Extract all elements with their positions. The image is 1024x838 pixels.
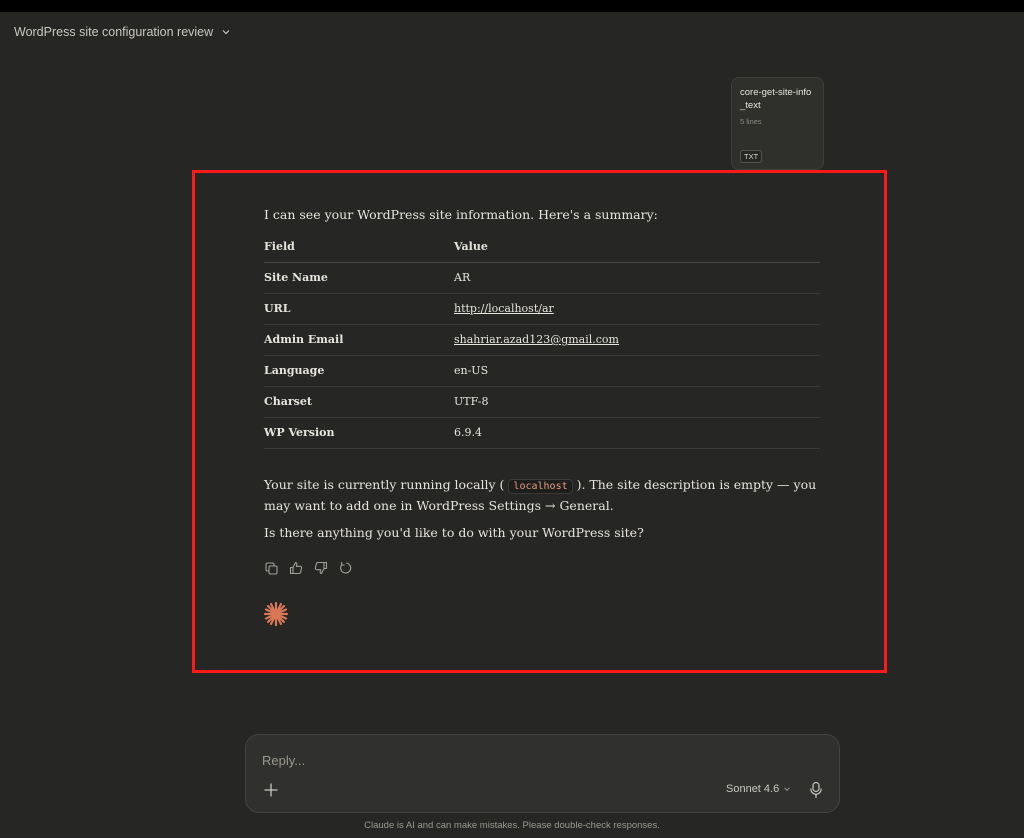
model-selector[interactable]: Sonnet 4.6 xyxy=(726,783,791,795)
table-row: URL http://localhost/ar xyxy=(264,293,820,325)
table-row: Charset UTF-8 xyxy=(264,386,820,418)
message-intro: I can see your WordPress site informatio… xyxy=(264,207,658,222)
message-actions xyxy=(263,560,354,576)
reply-input[interactable] xyxy=(262,749,762,771)
thumbs-down-button[interactable] xyxy=(313,560,329,576)
copy-button[interactable] xyxy=(263,560,279,576)
message-paragraph-2: Is there anything you'd like to do with … xyxy=(264,524,644,540)
attachment-type-badge: TXT xyxy=(740,150,763,163)
mic-icon[interactable] xyxy=(808,781,824,799)
top-bar xyxy=(0,0,1024,12)
retry-icon xyxy=(340,562,352,574)
retry-button[interactable] xyxy=(338,560,354,576)
table-row: Language en-US xyxy=(264,355,820,387)
claude-spark-icon xyxy=(263,601,289,627)
attachment-lines: 5 lines xyxy=(740,117,762,126)
table-row: WP Version 6.9.4 xyxy=(264,417,820,449)
table-header-row: Field Value xyxy=(264,232,820,263)
para1-text-start: Your site is currently running locally ( xyxy=(264,476,505,492)
inline-code: localhost xyxy=(508,478,573,494)
conversation-title-button[interactable]: WordPress site configuration review xyxy=(14,22,231,42)
table-cell-value: http://localhost/ar xyxy=(454,293,820,325)
attachment-card[interactable]: core-get-site-info_text 5 lines TXT xyxy=(731,77,824,170)
thumbs-up-icon xyxy=(289,561,303,575)
conversation-title: WordPress site configuration review xyxy=(14,25,214,39)
plus-icon[interactable] xyxy=(262,781,280,799)
thumbs-up-button[interactable] xyxy=(288,560,304,576)
table-row: Site Name AR xyxy=(264,262,820,294)
model-name: Sonnet 4.6 xyxy=(726,783,780,795)
table-cell-value: shahriar.azad123@gmail.com xyxy=(454,324,820,356)
attachment-name: core-get-site-info_text xyxy=(740,87,812,111)
table-cell-value: UTF-8 xyxy=(454,386,820,418)
disclaimer-text: Claude is AI and can make mistakes. Plea… xyxy=(364,820,660,831)
table-cell-field: URL xyxy=(264,293,454,325)
chevron-down-icon xyxy=(784,787,791,792)
table-header-value: Value xyxy=(454,232,820,263)
copy-icon xyxy=(264,561,278,575)
table-cell-value: AR xyxy=(454,262,820,294)
message-paragraph-1: Your site is currently running locally (… xyxy=(264,475,820,515)
assistant-message: I can see your WordPress site informatio… xyxy=(264,205,820,542)
table-cell-field: Language xyxy=(264,355,454,387)
reply-composer: Sonnet 4.6 xyxy=(245,734,840,813)
table-cell-field: Site Name xyxy=(264,262,454,294)
table-header-field: Field xyxy=(264,232,454,263)
table-row: Admin Email shahriar.azad123@gmail.com xyxy=(264,324,820,356)
table-cell-field: Charset xyxy=(264,386,454,418)
email-link[interactable]: shahriar.azad123@gmail.com xyxy=(454,333,619,346)
table-cell-value: en-US xyxy=(454,355,820,387)
chevron-down-icon xyxy=(222,30,230,35)
table-cell-field: WP Version xyxy=(264,417,454,449)
url-link[interactable]: http://localhost/ar xyxy=(454,302,554,315)
table-cell-value: 6.9.4 xyxy=(454,417,820,449)
thumbs-down-icon xyxy=(314,561,328,575)
site-info-table: Field Value Site Name AR URL http://loca… xyxy=(264,232,820,449)
table-cell-field: Admin Email xyxy=(264,324,454,356)
